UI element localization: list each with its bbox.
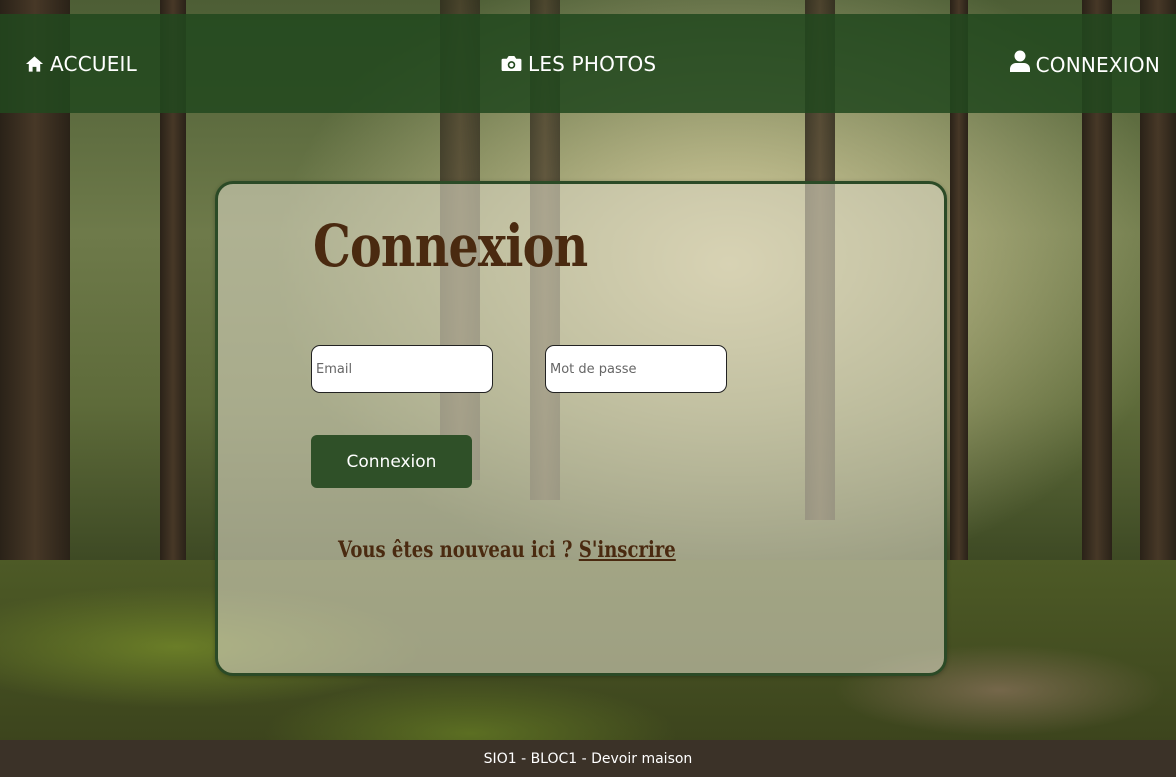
nav-photos-label: LES PHOTOS (528, 51, 657, 76)
login-title: Connexion (313, 212, 588, 280)
signup-prompt-text: Vous êtes nouveau ici ? (338, 537, 579, 563)
login-card: Connexion Connexion Vous êtes nouveau ic… (215, 181, 947, 676)
nav-connexion-link[interactable]: CONNEXION (1009, 15, 1160, 114)
nav-connexion-label: CONNEXION (1035, 52, 1160, 77)
footer: SIO1 - BLOC1 - Devoir maison (0, 740, 1176, 777)
footer-text: SIO1 - BLOC1 - Devoir maison (483, 750, 693, 767)
nav-accueil-link[interactable]: ACCUEIL (25, 14, 137, 113)
login-button[interactable]: Connexion (311, 435, 472, 488)
email-field[interactable] (311, 345, 493, 393)
nav-accueil-label: ACCUEIL (50, 51, 137, 76)
password-field[interactable] (545, 345, 727, 393)
signup-prompt: Vous êtes nouveau ici ? S'inscrire (338, 537, 676, 563)
signup-link[interactable]: S'inscrire (579, 537, 676, 563)
nav-photos-link[interactable]: LES PHOTOS (501, 14, 656, 113)
top-navbar: ACCUEIL LES PHOTOS CONNEXION (0, 14, 1176, 113)
user-icon (1009, 50, 1030, 72)
camera-icon (501, 55, 522, 72)
home-icon (25, 55, 44, 72)
